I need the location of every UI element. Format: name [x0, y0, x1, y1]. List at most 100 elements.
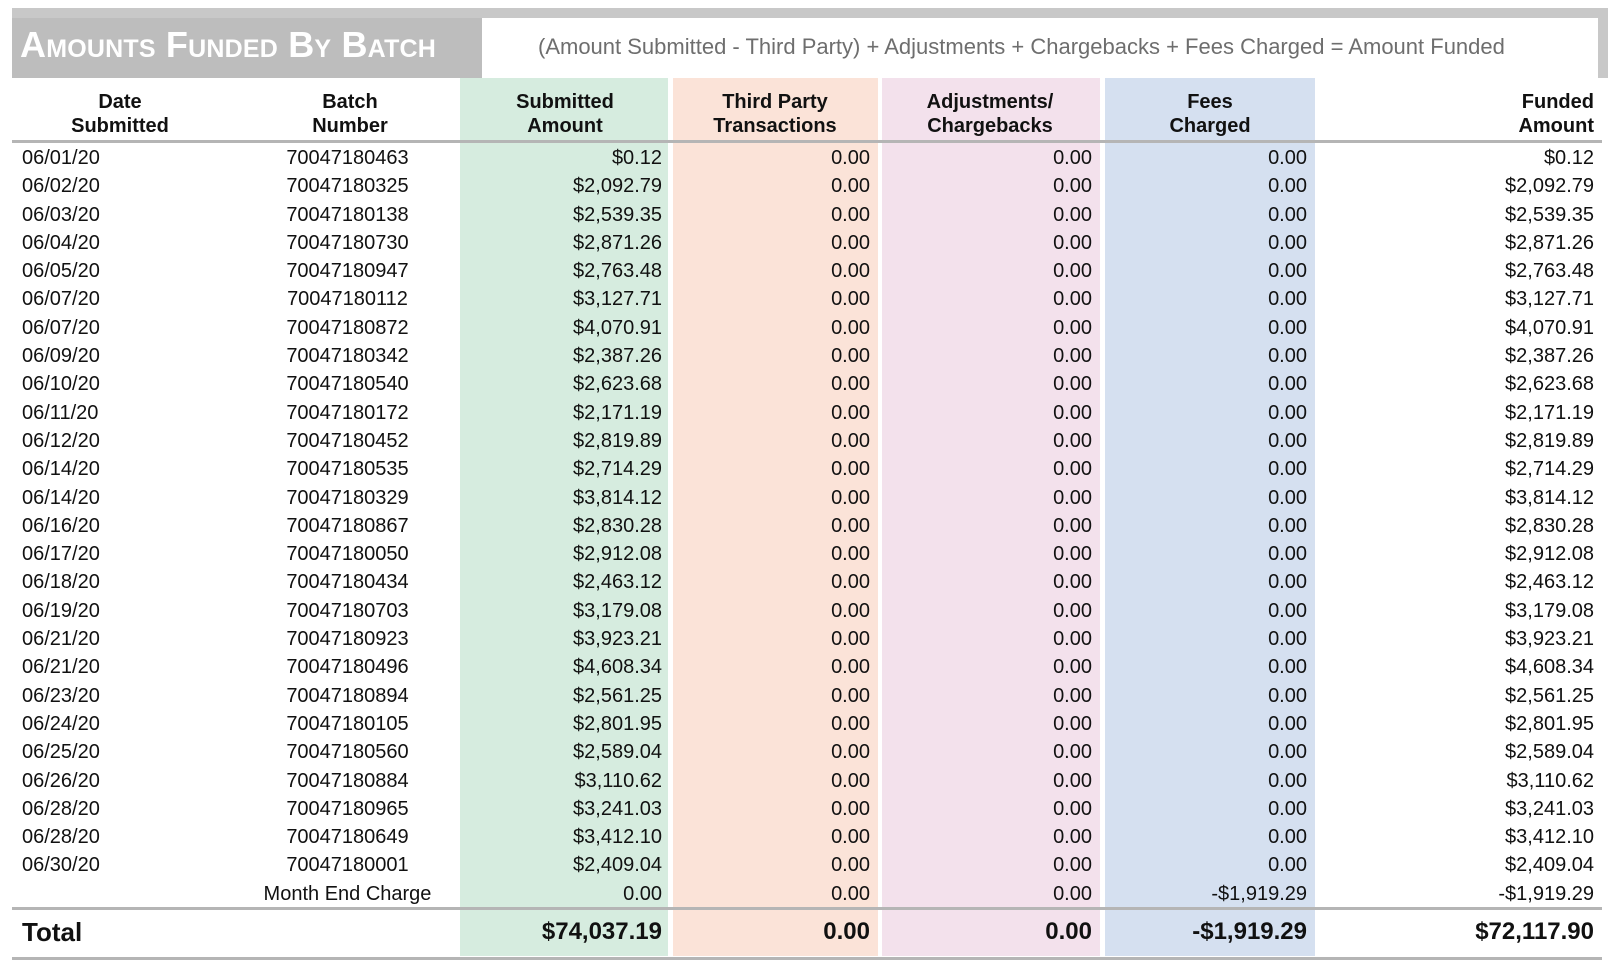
- table-row: 06/21/20 70047180923 $3,923.21 0.00 0.00 0.00…: [0, 625, 1614, 653]
- cell-date-submitted: 06/16/20: [22, 514, 100, 537]
- cell-fees-charged: 0.00: [1268, 656, 1307, 679]
- cell-fees-charged: 0.00: [1268, 458, 1307, 481]
- table-row: 06/21/20 70047180496 $4,608.34 0.00 0.00 0.00…: [0, 653, 1614, 681]
- cell-funded-amount: $2,819.89: [1505, 429, 1594, 452]
- table-row: 06/07/20 70047180872 $4,070.91 0.00 0.00 0.00…: [0, 314, 1614, 342]
- cell-submitted-amount: $2,171.19: [573, 401, 662, 424]
- cell-adjustments: 0.00: [1053, 599, 1092, 622]
- table-row: 06/28/20 70047180965 $3,241.03 0.00 0.00 0.00…: [0, 795, 1614, 823]
- cell-batch-number: 70047180730: [286, 231, 409, 254]
- cell-fees-charged: 0.00: [1268, 741, 1307, 764]
- cell-batch-number: 70047180325: [286, 175, 409, 198]
- cell-funded-amount: $0.12: [1543, 147, 1594, 169]
- cell-third-party: 0.00: [831, 429, 870, 452]
- cell-third-party: 0.00: [831, 628, 870, 651]
- total-funded: $72,117.90: [1475, 918, 1594, 945]
- cell-third-party: 0.00: [831, 373, 870, 396]
- cell-date-submitted: 06/12/20: [22, 429, 100, 452]
- cell-funded-amount: $3,241.03: [1505, 797, 1594, 820]
- cell-adjustments: 0.00: [1053, 656, 1092, 679]
- cell-third-party: 0.00: [831, 147, 870, 169]
- cell-batch-number: 70047180884: [286, 769, 409, 792]
- table-row: 06/26/20 70047180884 $3,110.62 0.00 0.00 0.00…: [0, 767, 1614, 795]
- table-row: Month End Charge 0.00 0.00 0.00 -$1,919.29 -$…: [0, 880, 1614, 908]
- cell-fees-charged: 0.00: [1268, 373, 1307, 396]
- cell-fees-charged: 0.00: [1268, 260, 1307, 283]
- cell-submitted-amount: $2,463.12: [573, 571, 662, 594]
- cell-date-submitted: 06/03/20: [22, 203, 100, 226]
- cell-batch-number: 70047180452: [286, 429, 409, 452]
- cell-third-party: 0.00: [831, 231, 870, 254]
- cell-date-submitted: 06/21/20: [22, 656, 100, 679]
- cell-submitted-amount: $2,409.04: [573, 854, 662, 877]
- cell-funded-amount: $2,623.68: [1505, 373, 1594, 396]
- cell-funded-amount: $2,763.48: [1505, 260, 1594, 283]
- cell-third-party: 0.00: [831, 514, 870, 537]
- cell-funded-amount: $3,412.10: [1505, 826, 1594, 849]
- cell-adjustments: 0.00: [1053, 797, 1092, 820]
- cell-batch-number: 70047180560: [286, 741, 409, 764]
- cell-funded-amount: $3,923.21: [1505, 628, 1594, 651]
- cell-submitted-amount: $0.12: [611, 147, 662, 169]
- cell-fees-charged: 0.00: [1268, 599, 1307, 622]
- cell-date-submitted: 06/24/20: [22, 712, 100, 735]
- cell-date-submitted: 06/30/20: [22, 854, 100, 877]
- cell-funded-amount: -$1,919.29: [1498, 882, 1594, 905]
- cell-adjustments: 0.00: [1053, 543, 1092, 566]
- cell-date-submitted: 06/18/20: [22, 571, 100, 594]
- cell-fees-charged: 0.00: [1268, 316, 1307, 339]
- top-border: [12, 8, 1608, 18]
- cell-adjustments: 0.00: [1053, 741, 1092, 764]
- cell-date-submitted: 06/23/20: [22, 684, 100, 707]
- cell-fees-charged: 0.00: [1268, 797, 1307, 820]
- table-row: 06/05/20 70047180947 $2,763.48 0.00 0.00 0.00…: [0, 257, 1614, 285]
- total-third-party: 0.00: [823, 918, 870, 945]
- cell-date-submitted: 06/10/20: [22, 373, 100, 396]
- cell-date-submitted: 06/07/20: [22, 316, 100, 339]
- cell-adjustments: 0.00: [1053, 429, 1092, 452]
- table-row: 06/10/20 70047180540 $2,623.68 0.00 0.00 0.00…: [0, 370, 1614, 398]
- cell-batch-number: 70047180703: [286, 599, 409, 622]
- table-row: 06/17/20 70047180050 $2,912.08 0.00 0.00 0.00…: [0, 540, 1614, 568]
- cell-date-submitted: 06/14/20: [22, 458, 100, 481]
- cell-funded-amount: $3,179.08: [1505, 599, 1594, 622]
- cell-fees-charged: 0.00: [1268, 345, 1307, 368]
- cell-submitted-amount: 0.00: [623, 882, 662, 905]
- cell-fees-charged: -$1,919.29: [1211, 882, 1307, 905]
- cell-funded-amount: $2,589.04: [1505, 741, 1594, 764]
- cell-funded-amount: $2,171.19: [1505, 401, 1594, 424]
- cell-funded-amount: $4,608.34: [1505, 656, 1594, 679]
- cell-funded-amount: $2,561.25: [1505, 684, 1594, 707]
- cell-adjustments: 0.00: [1053, 458, 1092, 481]
- cell-funded-amount: $2,539.35: [1505, 203, 1594, 226]
- header-funded-amount: Funded Amount: [1518, 91, 1594, 137]
- cell-batch-number: 70047180138: [286, 203, 409, 226]
- cell-third-party: 0.00: [831, 401, 870, 424]
- cell-fees-charged: 0.00: [1268, 429, 1307, 452]
- cell-submitted-amount: $2,714.29: [573, 458, 662, 481]
- header-submitted-amount: Submitted Amount: [516, 91, 614, 137]
- cell-third-party: 0.00: [831, 882, 870, 905]
- cell-funded-amount: $3,814.12: [1505, 486, 1594, 509]
- cell-third-party: 0.00: [831, 684, 870, 707]
- cell-third-party: 0.00: [831, 769, 870, 792]
- total-label: Total: [22, 917, 83, 947]
- cell-date-submitted: 06/25/20: [22, 741, 100, 764]
- total-submitted: $74,037.19: [541, 918, 662, 945]
- batch-table-body: 06/01/20 70047180463 $0.12 0.00 0.00 0.00 $0.1…: [0, 144, 1614, 908]
- cell-adjustments: 0.00: [1053, 203, 1092, 226]
- cell-submitted-amount: $2,912.08: [573, 543, 662, 566]
- cell-submitted-amount: $3,814.12: [573, 486, 662, 509]
- cell-submitted-amount: $2,623.68: [573, 373, 662, 396]
- cell-third-party: 0.00: [831, 826, 870, 849]
- cell-batch-number: 70047180329: [286, 486, 409, 509]
- header-third-party: Third Party Transactions: [713, 91, 837, 137]
- cell-submitted-amount: $2,801.95: [573, 712, 662, 735]
- cell-adjustments: 0.00: [1053, 316, 1092, 339]
- right-border: [1598, 8, 1608, 78]
- cell-third-party: 0.00: [831, 543, 870, 566]
- cell-funded-amount: $2,463.12: [1505, 571, 1594, 594]
- table-row: 06/04/20 70047180730 $2,871.26 0.00 0.00 0.00…: [0, 229, 1614, 257]
- table-row: 06/25/20 70047180560 $2,589.04 0.00 0.00 0.00…: [0, 738, 1614, 766]
- cell-adjustments: 0.00: [1053, 571, 1092, 594]
